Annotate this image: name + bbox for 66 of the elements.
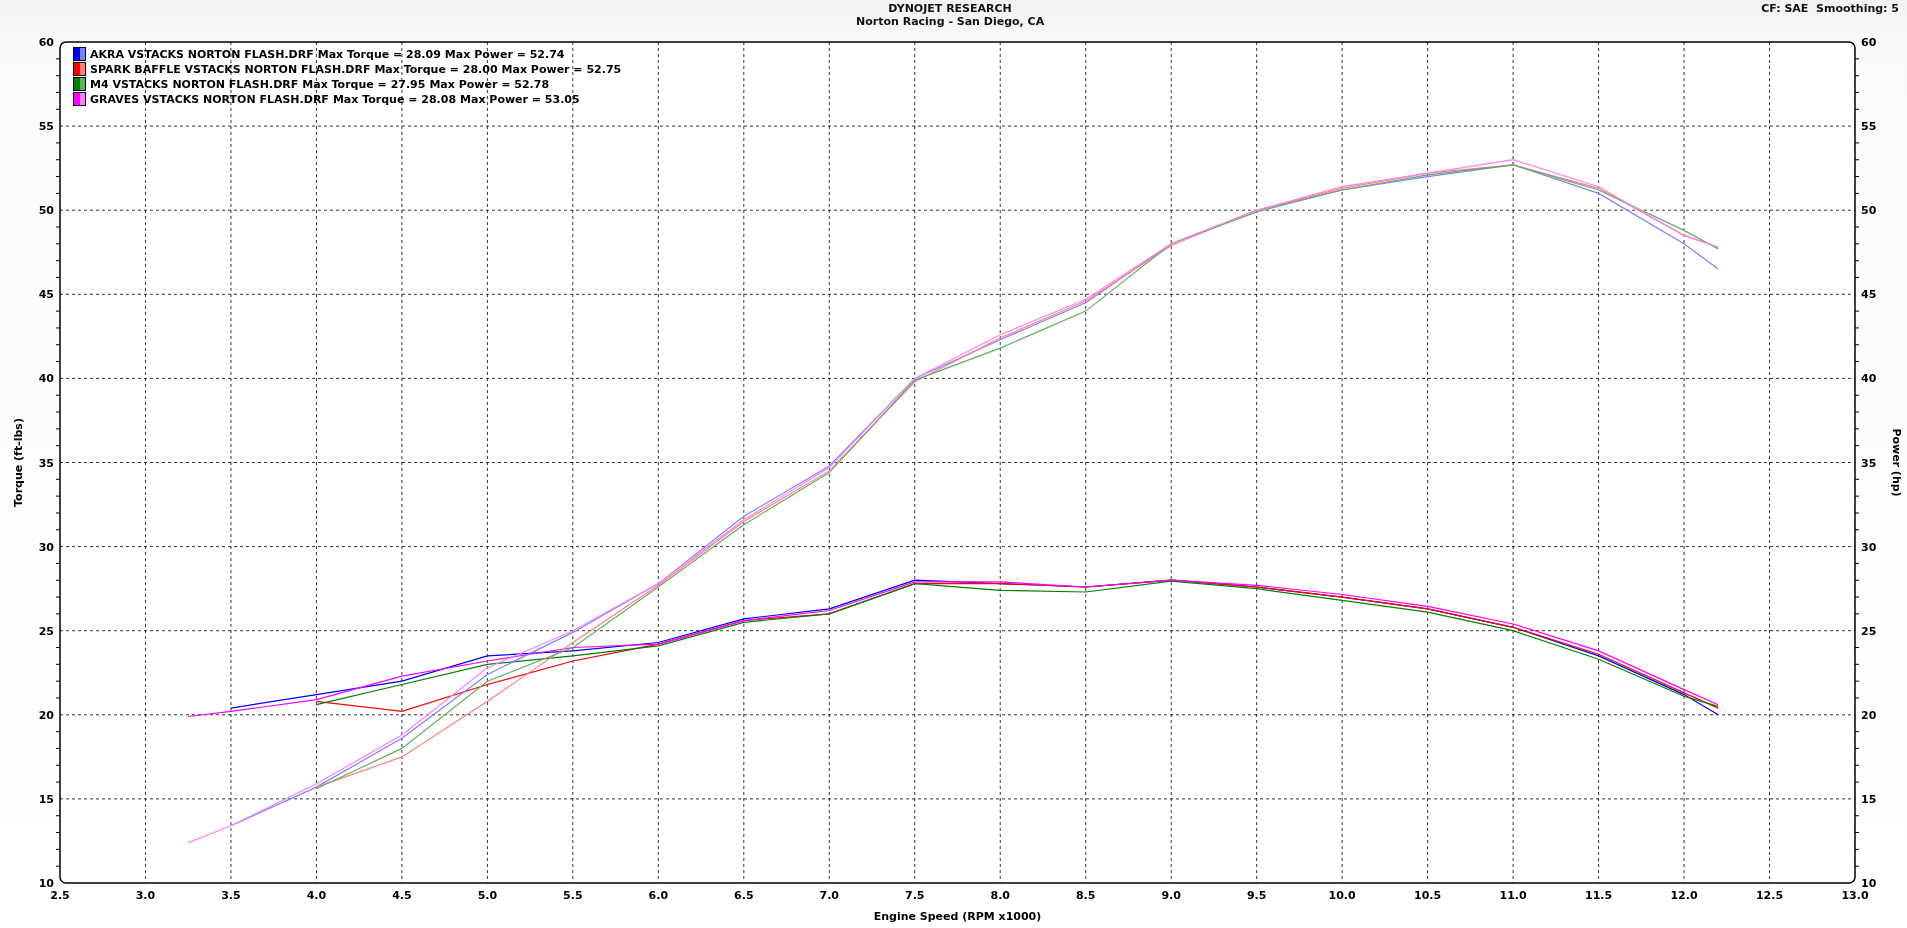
y-axis-title: Torque (ft-lbs) xyxy=(12,418,25,507)
y-tick-label: 20 xyxy=(1861,708,1877,722)
legend-label: Max Torque = 27.95 xyxy=(302,77,426,91)
x-tick-label: 2.5 xyxy=(50,889,70,902)
y-axis-title: Power (hp) xyxy=(1890,428,1903,497)
x-tick-label: 11.5 xyxy=(1585,889,1613,902)
legend-label: Max Power = 52.75 xyxy=(501,62,622,76)
legend-label: Max Torque = 28.09 xyxy=(317,47,441,61)
x-tick-label: 7.0 xyxy=(819,889,840,902)
chart-subtitle: Norton Racing - San Diego, CA xyxy=(856,15,1045,28)
x-tick-label: 3.5 xyxy=(221,889,241,902)
legend-swatch xyxy=(73,62,86,76)
legend-label: M4 VSTACKS NORTON FLASH.DRF xyxy=(90,77,299,91)
legend-label: AKRA VSTACKS NORTON FLASH.DRF xyxy=(90,47,314,61)
legend-label: SPARK BAFFLE VSTACKS NORTON FLASH.DRF xyxy=(90,62,371,76)
x-tick-label: 9.0 xyxy=(1161,889,1181,902)
y-tick-label: 45 xyxy=(1861,288,1877,302)
legend-label: GRAVES VSTACKS NORTON FLASH.DRF xyxy=(90,92,329,106)
x-tick-label: 7.5 xyxy=(905,889,925,902)
legend-label: Max Power = 53.05 xyxy=(460,92,580,106)
y-tick-label: 25 xyxy=(1861,624,1877,638)
y-tick-label: 10 xyxy=(1861,877,1877,890)
y-tick-label: 55 xyxy=(38,120,54,134)
y-tick-label: 55 xyxy=(1861,120,1877,134)
y-tick-label: 50 xyxy=(38,204,54,218)
settings-text: CF: SAE Smoothing: 5 xyxy=(1761,2,1899,15)
x-tick-label: 8.0 xyxy=(990,889,1010,902)
x-tick-label: 13.0 xyxy=(1841,889,1869,902)
legend-swatch xyxy=(73,47,86,61)
y-tick-label: 20 xyxy=(38,708,54,722)
legend-label: Max Power = 52.78 xyxy=(429,77,550,91)
y-tick-label: 15 xyxy=(38,792,54,806)
x-tick-label: 3.0 xyxy=(135,889,156,902)
x-tick-label: 12.0 xyxy=(1670,889,1698,902)
y-tick-label: 10 xyxy=(38,877,54,890)
y-tick-label: 35 xyxy=(38,456,54,470)
y-tick-label: 40 xyxy=(1861,372,1877,386)
y-tick-label: 40 xyxy=(38,372,54,386)
x-tick-label: 12.5 xyxy=(1755,889,1784,902)
x-tick-label: 4.5 xyxy=(392,889,412,902)
x-tick-label: 5.5 xyxy=(563,889,583,902)
x-tick-label: 11.0 xyxy=(1499,889,1527,902)
x-tick-label: 6.5 xyxy=(734,889,754,902)
y-tick-label: 30 xyxy=(38,540,54,554)
x-axis-title: Engine Speed (RPM x1000) xyxy=(873,910,1042,923)
x-tick-label: 5.0 xyxy=(477,889,498,902)
legend-label: Max Power = 52.74 xyxy=(444,47,565,61)
x-tick-label: 10.0 xyxy=(1328,889,1356,902)
x-tick-label: 10.5 xyxy=(1414,889,1442,902)
x-tick-label: 8.5 xyxy=(1075,889,1096,902)
x-tick-label: 9.5 xyxy=(1246,889,1267,902)
x-tick-label: 6.0 xyxy=(648,889,669,902)
y-tick-label: 50 xyxy=(1861,204,1877,218)
y-tick-label: 45 xyxy=(38,288,54,302)
chart-title: DYNOJET RESEARCH xyxy=(888,2,1012,15)
legend-swatch xyxy=(73,77,86,91)
x-tick-label: 4.0 xyxy=(306,889,327,902)
y-tick-label: 60 xyxy=(38,36,54,49)
legend-label: Max Torque = 28.00 xyxy=(374,62,498,76)
legend-swatch xyxy=(73,92,86,106)
y-tick-label: 60 xyxy=(1861,36,1877,49)
legend-label: Max Torque = 28.08 xyxy=(332,92,457,106)
y-tick-label: 15 xyxy=(1861,792,1877,806)
y-tick-label: 25 xyxy=(38,624,54,638)
y-tick-label: 30 xyxy=(1861,540,1877,554)
y-tick-label: 35 xyxy=(1861,456,1877,470)
